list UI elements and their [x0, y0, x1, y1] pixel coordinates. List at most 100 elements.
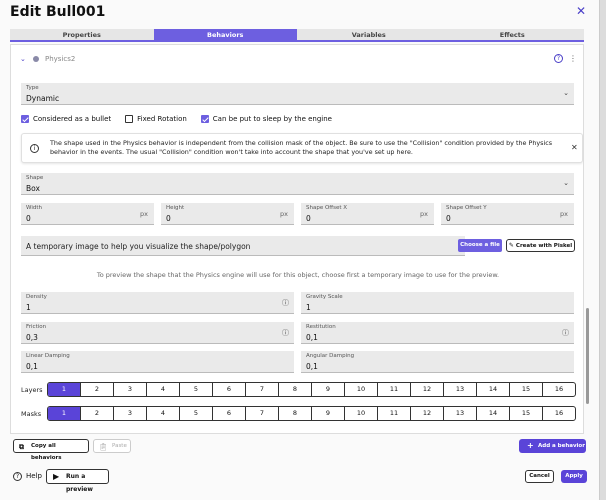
restitution-field[interactable]: Restitution 0,1 ⓘ [301, 322, 574, 344]
layer-toggle-10[interactable]: 10 [345, 383, 378, 396]
chevron-down-icon[interactable]: ⌄ [20, 55, 26, 63]
layer-toggle-2[interactable]: 2 [81, 383, 114, 396]
mask-toggle-16[interactable]: 16 [543, 407, 575, 420]
friction-label: Friction [26, 324, 47, 330]
info-icon: ⓘ [282, 299, 289, 307]
info-alert: i The shape used in the Physics behavior… [21, 133, 583, 163]
layer-toggle-11[interactable]: 11 [378, 383, 411, 396]
shape-offset-y-value: 0 [446, 214, 451, 223]
shape-select[interactable]: Shape Box ⌄ [21, 173, 574, 195]
mask-toggle-8[interactable]: 8 [279, 407, 312, 420]
tab-behaviors[interactable]: Behaviors [153, 29, 297, 40]
gravity-scale-field[interactable]: Gravity Scale 1 [301, 292, 574, 314]
run-preview-button[interactable]: ▶ Run a preview [46, 469, 109, 493]
dismiss-icon[interactable]: ✕ [571, 143, 578, 152]
layer-toggle-7[interactable]: 7 [246, 383, 279, 396]
more-options-icon[interactable]: ⋮ [569, 54, 577, 63]
layer-toggle-14[interactable]: 14 [477, 383, 510, 396]
mask-toggle-7[interactable]: 7 [246, 407, 279, 420]
height-field[interactable]: Height 0 px [161, 203, 294, 225]
mask-toggle-11[interactable]: 11 [378, 407, 411, 420]
height-value: 0 [166, 214, 171, 223]
type-label: Type [26, 85, 39, 91]
paste-icon: 📋︎ [99, 443, 108, 451]
mask-toggle-12[interactable]: 12 [411, 407, 444, 420]
bullet-checkbox[interactable] [21, 115, 29, 123]
panel-scrollbar[interactable] [586, 308, 589, 404]
friction-value: 0,3 [26, 333, 38, 342]
gravity-scale-value: 1 [306, 303, 311, 312]
mask-toggle-6[interactable]: 6 [213, 407, 246, 420]
layer-toggle-6[interactable]: 6 [213, 383, 246, 396]
layer-toggle-4[interactable]: 4 [147, 383, 180, 396]
width-field[interactable]: Width 0 px [21, 203, 154, 225]
chevron-down-icon: ⌄ [563, 179, 569, 187]
choose-file-button[interactable]: Choose a file [458, 239, 502, 252]
linear-damping-value: 0,1 [26, 362, 38, 371]
masks-toggle-group: 1 2 3 4 5 6 7 8 9 10 11 12 13 14 15 16 [47, 406, 576, 421]
tab-properties[interactable]: Properties [10, 29, 154, 40]
mask-toggle-2[interactable]: 2 [81, 407, 114, 420]
masks-label: Masks [21, 410, 42, 418]
mask-toggle-10[interactable]: 10 [345, 407, 378, 420]
copy-label: Copy all behaviors [31, 443, 62, 461]
shape-offset-x-field[interactable]: Shape Offset X 0 px [301, 203, 434, 225]
dialog-title: Edit Bull001 [10, 4, 106, 20]
mask-toggle-4[interactable]: 4 [147, 407, 180, 420]
info-icon: ⓘ [562, 329, 569, 337]
temporary-image-field[interactable]: A temporary image to help you visualize … [21, 236, 465, 256]
sleep-checkbox[interactable] [200, 115, 209, 123]
layer-toggle-16[interactable]: 16 [543, 383, 575, 396]
info-icon: ⓘ [282, 329, 289, 337]
checkbox-row: Considered as a bullet Fixed Rotation Ca… [21, 113, 346, 125]
copy-all-behaviors-button[interactable]: ⧉ Copy all behaviors [13, 439, 89, 461]
layer-toggle-3[interactable]: 3 [114, 383, 147, 396]
layer-toggle-1[interactable]: 1 [48, 383, 81, 396]
angular-damping-value: 0,1 [306, 362, 318, 371]
shape-offset-y-field[interactable]: Shape Offset Y 0 px [441, 203, 574, 225]
mask-toggle-5[interactable]: 5 [180, 407, 213, 420]
layers-toggle-group: 1 2 3 4 5 6 7 8 9 10 11 12 13 14 15 16 [47, 382, 576, 397]
gravity-scale-label: Gravity Scale [306, 294, 343, 300]
help-icon[interactable]: ? [554, 54, 563, 63]
paste-button[interactable]: 📋︎ Paste [93, 439, 131, 453]
friction-field[interactable]: Friction 0,3 ⓘ [21, 322, 294, 344]
height-label: Height [166, 205, 185, 211]
cancel-button[interactable]: Cancel [525, 470, 554, 483]
help-label: Help [26, 472, 42, 480]
layer-toggle-9[interactable]: 9 [312, 383, 345, 396]
mask-toggle-1[interactable]: 1 [48, 407, 81, 420]
angular-damping-label: Angular Damping [306, 353, 355, 359]
copy-icon: ⧉ [19, 443, 24, 451]
behavior-panel: ⌄ Physics2 ? ⋮ Type Dynamic ⌄ Considered… [10, 44, 584, 434]
mask-toggle-3[interactable]: 3 [114, 407, 147, 420]
layer-toggle-13[interactable]: 13 [444, 383, 477, 396]
tab-variables[interactable]: Variables [297, 29, 441, 40]
tab-bar: Properties Behaviors Variables Effects [10, 29, 584, 42]
layer-toggle-12[interactable]: 12 [411, 383, 444, 396]
tab-effects[interactable]: Effects [441, 29, 585, 40]
mask-toggle-14[interactable]: 14 [477, 407, 510, 420]
shape-offset-x-unit: px [420, 210, 428, 218]
linear-damping-label: Linear Damping [26, 353, 70, 359]
density-field[interactable]: Density 1 ⓘ [21, 292, 294, 314]
mask-toggle-9[interactable]: 9 [312, 407, 345, 420]
layer-toggle-15[interactable]: 15 [510, 383, 543, 396]
info-text: The shape used in the Physics behavior i… [50, 139, 553, 156]
type-select[interactable]: Type Dynamic ⌄ [21, 83, 574, 105]
close-icon[interactable]: ✕ [576, 4, 586, 18]
mask-toggle-13[interactable]: 13 [444, 407, 477, 420]
help-button[interactable]: ? Help [13, 472, 42, 481]
create-with-piskel-button[interactable]: ✎ Create with Piskel [506, 239, 575, 252]
chevron-down-icon: ⌄ [563, 89, 569, 97]
fixed-rotation-checkbox[interactable] [125, 115, 134, 123]
restitution-label: Restitution [306, 324, 336, 330]
mask-toggle-15[interactable]: 15 [510, 407, 543, 420]
layer-toggle-5[interactable]: 5 [180, 383, 213, 396]
linear-damping-field[interactable]: Linear Damping 0,1 [21, 351, 294, 373]
add-behavior-button[interactable]: + Add a behavior [519, 439, 586, 453]
layer-toggle-8[interactable]: 8 [279, 383, 312, 396]
shape-offset-x-value: 0 [306, 214, 311, 223]
apply-button[interactable]: Apply [561, 470, 587, 483]
angular-damping-field[interactable]: Angular Damping 0,1 [301, 351, 574, 373]
